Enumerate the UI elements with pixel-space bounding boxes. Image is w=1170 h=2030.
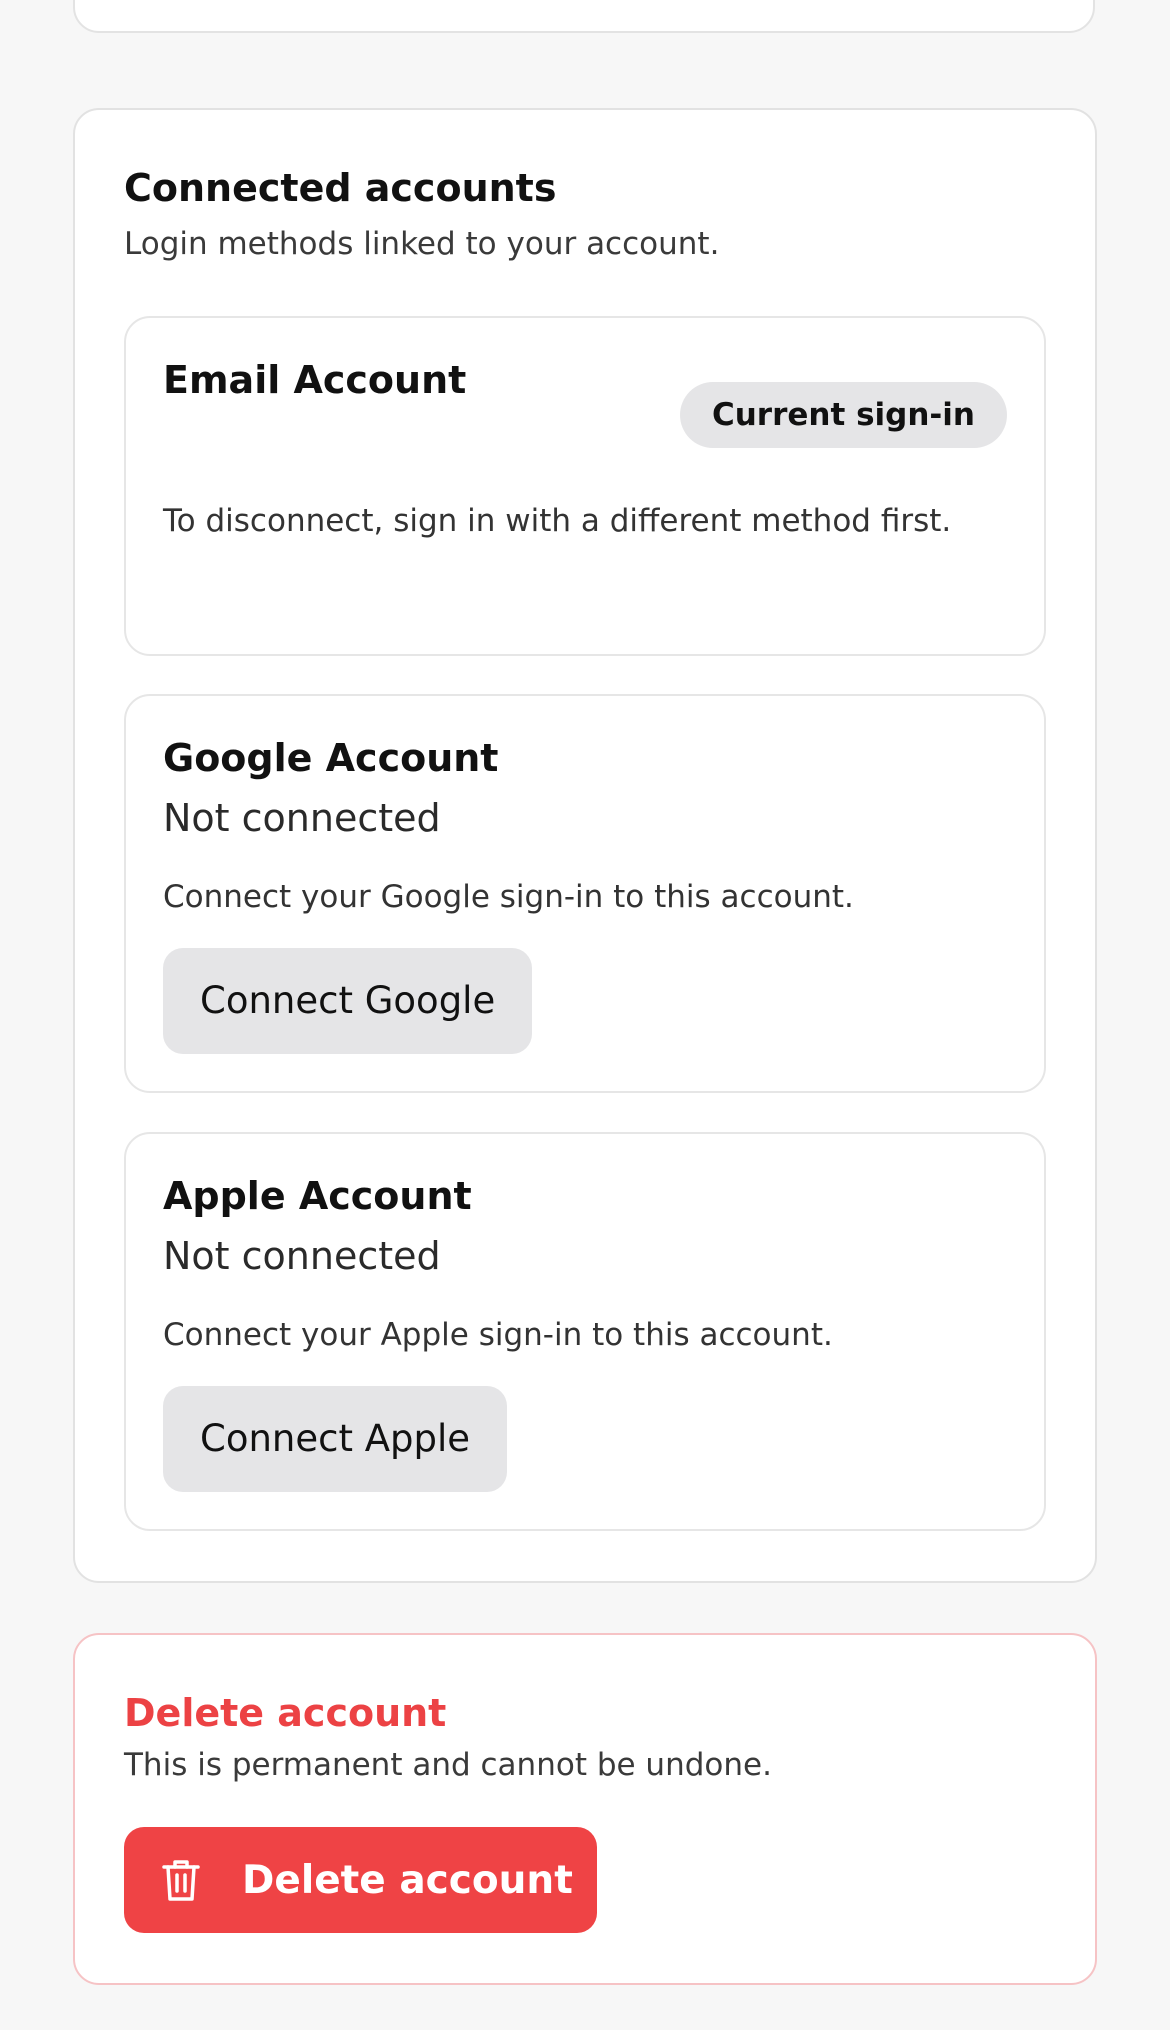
connect-google-button[interactable]: Connect Google xyxy=(163,948,533,1054)
connect-apple-button[interactable]: Connect Apple xyxy=(163,1386,508,1492)
google-account-title: Google Account xyxy=(163,736,499,780)
google-account-status: Not connected xyxy=(163,796,441,840)
email-account-description: To disconnect, sign in with a different … xyxy=(163,503,952,539)
delete-account-subtitle: This is permanent and cannot be undone. xyxy=(124,1747,772,1783)
apple-account-description: Connect your Apple sign-in to this accou… xyxy=(163,1317,833,1353)
apple-account-status: Not connected xyxy=(163,1234,441,1278)
google-account-card: Google Account Not connected Connect you… xyxy=(124,694,1046,1093)
connected-accounts-subtitle: Login methods linked to your account. xyxy=(124,226,720,262)
apple-account-title: Apple Account xyxy=(163,1174,472,1218)
current-sign-in-badge: Current sign-in xyxy=(679,382,1007,448)
delete-account-button[interactable]: Delete account xyxy=(124,1827,597,1933)
connected-accounts-card: Connected accounts Login methods linked … xyxy=(73,108,1097,1583)
previous-settings-card xyxy=(73,0,1095,33)
apple-account-card: Apple Account Not connected Connect your… xyxy=(124,1132,1046,1531)
email-account-card: Email Account Current sign-in To disconn… xyxy=(124,316,1046,656)
delete-account-title: Delete account xyxy=(124,1691,447,1735)
connected-accounts-title: Connected accounts xyxy=(124,166,557,210)
google-account-description: Connect your Google sign-in to this acco… xyxy=(163,879,854,915)
delete-account-button-label: Delete account xyxy=(242,1857,573,1903)
trash-icon xyxy=(162,1858,200,1902)
email-account-title: Email Account xyxy=(163,358,467,402)
delete-account-card: Delete account This is permanent and can… xyxy=(73,1633,1097,1985)
